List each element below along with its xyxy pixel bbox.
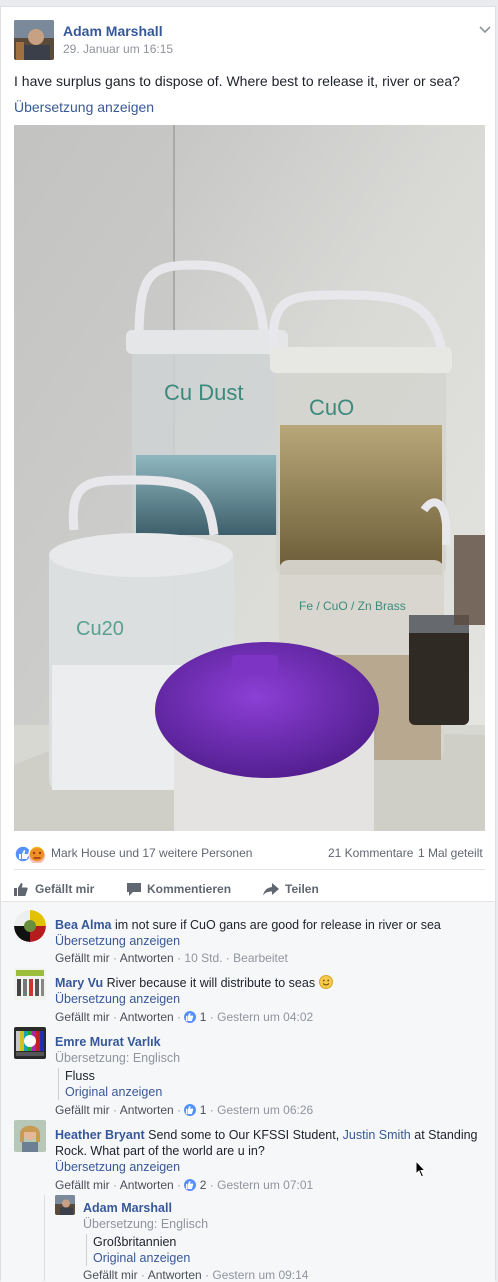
comment-author[interactable]: Heather Bryant bbox=[55, 1128, 145, 1142]
thumbs-up-icon bbox=[14, 883, 28, 896]
reply-author[interactable]: Adam Marshall bbox=[83, 1200, 172, 1216]
comment-actions: Gefällt mir · Antworten · 2 · Gestern um… bbox=[55, 1178, 314, 1192]
comment-reply-link[interactable]: Antworten bbox=[120, 951, 174, 965]
post-translate-link[interactable]: Übersetzung anzeigen bbox=[14, 99, 154, 115]
comment-mention[interactable]: Justin Smith bbox=[343, 1128, 411, 1142]
reaction-icons[interactable] bbox=[14, 845, 48, 864]
commenter-avatar[interactable] bbox=[14, 910, 46, 942]
comment-text: im not sure if CuO gans are good for rel… bbox=[115, 918, 441, 932]
comment-like-count[interactable]: 2 bbox=[200, 1178, 207, 1192]
comment-like-link[interactable]: Gefällt mir bbox=[55, 1103, 110, 1117]
shares-count[interactable]: 1 Mal geteilt bbox=[418, 846, 483, 860]
quote-line bbox=[86, 1234, 87, 1266]
comment-like-link[interactable]: Gefällt mir bbox=[55, 1010, 110, 1024]
commenter-avatar[interactable] bbox=[14, 968, 46, 1000]
reply-translation-label: Übersetzung: Englisch bbox=[83, 1217, 209, 1231]
comment-text-line2: Rock. What part of the world are u in? bbox=[55, 1144, 265, 1158]
smiley-emoji-icon bbox=[318, 975, 333, 989]
like-button[interactable]: Gefällt mir bbox=[14, 879, 94, 899]
jar-label-cu: Cu Dust bbox=[164, 380, 243, 405]
quote-line bbox=[58, 1068, 59, 1100]
jar-label-cuo: CuO bbox=[309, 395, 354, 420]
comment-body: Heather Bryant Send some to Our KFSSI St… bbox=[55, 1127, 478, 1143]
comment-time[interactable]: 10 Std. bbox=[184, 951, 222, 965]
comment-actions: Gefällt mir · Antworten · 1 · Gestern um… bbox=[55, 1103, 314, 1117]
comment-reply-link[interactable]: Antworten bbox=[120, 1178, 174, 1192]
comment-original-link[interactable]: Original anzeigen bbox=[65, 1084, 162, 1100]
comment-button[interactable]: Kommentieren bbox=[127, 879, 231, 899]
comment-author[interactable]: Emre Murat Varlık bbox=[55, 1034, 161, 1050]
post-card: Adam Marshall 29. Januar um 16:15 I have… bbox=[0, 6, 496, 1282]
reply-author-avatar[interactable] bbox=[55, 1195, 75, 1215]
comment-like-count[interactable]: 1 bbox=[200, 1103, 207, 1117]
comment-translate-link[interactable]: Übersetzung anzeigen bbox=[55, 991, 180, 1007]
reactions-text[interactable]: Mark House und 17 weitere Personen bbox=[51, 846, 252, 860]
author-avatar[interactable] bbox=[14, 20, 54, 60]
comment-actions: Gefällt mir · Antworten · 1 · Gestern um… bbox=[55, 1010, 314, 1024]
like-count-icon[interactable] bbox=[184, 1179, 197, 1191]
comment-icon bbox=[127, 882, 141, 896]
reply-translated-text: Großbritannien bbox=[93, 1235, 177, 1249]
comment-edited[interactable]: Bearbeitet bbox=[233, 951, 288, 965]
comment-body: Mary Vu River because it will distribute… bbox=[55, 975, 333, 991]
comment-author[interactable]: Mary Vu bbox=[55, 976, 103, 990]
commenter-avatar[interactable] bbox=[14, 1120, 46, 1152]
like-count-icon[interactable] bbox=[184, 1104, 197, 1116]
commenter-avatar[interactable] bbox=[14, 1027, 46, 1059]
reply-thread-line bbox=[44, 1195, 45, 1281]
comment-text-cont: at Standing bbox=[414, 1128, 478, 1142]
comment-actions: Gefällt mir · Antworten · 10 Std. · Bear… bbox=[55, 951, 288, 965]
comment-translation-label: Übersetzung: Englisch bbox=[55, 1051, 181, 1065]
post-text: I have surplus gans to dispose of. Where… bbox=[14, 73, 460, 89]
comments-count[interactable]: 21 Kommentare bbox=[328, 846, 413, 860]
comment-time[interactable]: Gestern um 06:26 bbox=[217, 1103, 313, 1117]
jar-label-fe: Fe / CuO / Zn Brass bbox=[299, 599, 406, 613]
comment-text: River because it will distribute to seas bbox=[106, 976, 316, 990]
mouse-cursor-icon bbox=[415, 1159, 427, 1183]
chevron-down-icon[interactable] bbox=[479, 21, 491, 39]
comment-like-link[interactable]: Gefällt mir bbox=[55, 1178, 110, 1192]
post-photo[interactable]: Cu Dust CuO Cu20 Fe / CuO / Zn Brass bbox=[14, 125, 485, 831]
comment-author[interactable]: Bea Alma bbox=[55, 918, 112, 932]
reply-original-link[interactable]: Original anzeigen bbox=[93, 1250, 190, 1266]
comment-translated-text: Fluss bbox=[65, 1069, 95, 1083]
post-timestamp[interactable]: 29. Januar um 16:15 bbox=[63, 42, 173, 56]
post-author[interactable]: Adam Marshall bbox=[63, 23, 163, 39]
jar-label-cu2o: Cu20 bbox=[76, 618, 124, 640]
comment-translate-link[interactable]: Übersetzung anzeigen bbox=[55, 933, 180, 949]
comment-time[interactable]: Gestern um 07:01 bbox=[217, 1178, 313, 1192]
comment-body: Bea Alma im not sure if CuO gans are goo… bbox=[55, 917, 441, 933]
share-icon bbox=[263, 882, 279, 895]
comment-reply-link[interactable]: Antworten bbox=[120, 1010, 174, 1024]
comment-translate-link[interactable]: Übersetzung anzeigen bbox=[55, 1159, 180, 1175]
jars-photo: Cu Dust CuO Cu20 Fe / CuO / Zn Brass bbox=[14, 125, 485, 831]
comment-like-link[interactable]: Gefällt mir bbox=[55, 951, 110, 965]
comment-button-label: Kommentieren bbox=[147, 882, 232, 896]
comment-time[interactable]: Gestern um 04:02 bbox=[217, 1010, 313, 1024]
comment-text: Send some to Our KFSSI Student, bbox=[148, 1128, 340, 1142]
share-button[interactable]: Teilen bbox=[263, 879, 319, 899]
comment-reply-link[interactable]: Antworten bbox=[120, 1103, 174, 1117]
like-count-icon[interactable] bbox=[184, 1011, 197, 1023]
divider bbox=[14, 869, 485, 870]
like-button-label: Gefällt mir bbox=[35, 882, 95, 896]
comment-like-count[interactable]: 1 bbox=[200, 1010, 207, 1024]
share-button-label: Teilen bbox=[285, 882, 319, 896]
